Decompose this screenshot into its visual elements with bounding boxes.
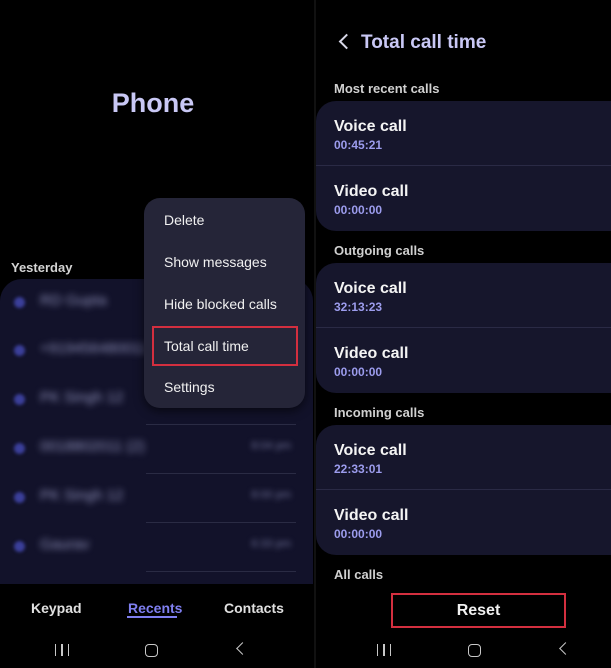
contact-name: 0018802011 (2): [40, 438, 145, 455]
system-nav-bar: [0, 630, 314, 668]
contact-name: RD Gupta: [40, 292, 107, 309]
overflow-menu: Delete Show messages Hide blocked calls …: [144, 198, 305, 408]
list-item[interactable]: PK Singh 12 8:00 pm: [0, 474, 313, 522]
page-title: Total call time: [361, 32, 487, 53]
home-button[interactable]: [145, 644, 161, 658]
voice-call-duration: 22:33:01: [334, 462, 383, 476]
system-nav-bar: [316, 630, 611, 668]
call-time: 6:33 pm: [251, 538, 291, 550]
recent-apps-icon: [55, 644, 69, 656]
bottom-nav: Keypad Recents Contacts: [0, 584, 314, 630]
app-title: Phone: [111, 88, 195, 118]
video-call-label: Video call: [334, 183, 409, 200]
contact-name: PK Singh 12: [40, 389, 124, 406]
contact-name: Gaurav: [40, 536, 90, 553]
tab-recents[interactable]: Recents: [128, 600, 182, 616]
recent-apps-button[interactable]: [377, 644, 393, 658]
voice-call-duration: 32:13:23: [334, 300, 383, 314]
group-card-outgoing: Voice call 32:13:23 Video call 00:00:00: [316, 263, 611, 393]
call-type-icon: [14, 443, 25, 454]
reset-bar: Reset: [316, 584, 611, 630]
video-call-duration: 00:00:00: [334, 527, 383, 541]
menu-item-show-messages[interactable]: Show messages: [164, 254, 267, 270]
card-divider: [316, 327, 611, 328]
home-icon: [468, 644, 481, 657]
list-item[interactable]: 0018802011 (2) 8:04 pm: [0, 425, 313, 473]
voice-call-label: Voice call: [334, 280, 407, 297]
row-divider: [146, 571, 296, 572]
group-label-outgoing: Outgoing calls: [334, 243, 425, 258]
call-type-icon: [14, 297, 25, 308]
menu-item-hide-blocked-calls[interactable]: Hide blocked calls: [164, 296, 277, 312]
voice-call-label: Voice call: [334, 442, 407, 459]
back-chevron-icon[interactable]: [338, 33, 355, 50]
group-label-most-recent: Most recent calls: [334, 81, 440, 96]
back-button[interactable]: [236, 642, 254, 658]
video-call-duration: 00:00:00: [334, 365, 383, 379]
home-icon: [145, 644, 158, 657]
menu-item-settings[interactable]: Settings: [164, 379, 215, 395]
video-call-label: Video call: [334, 345, 409, 362]
highlight-box-total-call-time: [152, 326, 298, 366]
call-type-icon: [14, 492, 25, 503]
call-time: 8:04 pm: [251, 440, 291, 452]
active-tab-indicator: [127, 616, 177, 618]
group-card-most-recent: Voice call 00:45:21 Video call 00:00:00: [316, 101, 611, 231]
video-call-label: Video call: [334, 507, 409, 524]
voice-call-label: Voice call: [334, 118, 407, 135]
recent-apps-icon: [377, 644, 391, 656]
home-button[interactable]: [468, 644, 484, 658]
menu-item-delete[interactable]: Delete: [164, 212, 204, 228]
group-label-incoming: Incoming calls: [334, 405, 425, 420]
tab-keypad[interactable]: Keypad: [31, 600, 82, 616]
recent-apps-button[interactable]: [55, 644, 71, 658]
call-type-icon: [14, 345, 25, 356]
phone-recents-screen: Phone Yesterday RD Gupta +919456480011 P…: [0, 0, 314, 668]
group-card-incoming: Voice call 22:33:01 Video call 00:00:00: [316, 425, 611, 555]
back-button[interactable]: [559, 642, 577, 658]
video-call-duration: 00:00:00: [334, 203, 383, 217]
group-label-all-calls: All calls: [334, 567, 384, 582]
back-icon: [559, 642, 572, 655]
reset-button[interactable]: Reset: [391, 593, 566, 628]
section-label-yesterday: Yesterday: [11, 260, 73, 275]
contact-name: +919456480011: [40, 340, 148, 357]
card-divider: [316, 165, 611, 166]
total-call-time-screen: Total call time Most recent calls Voice …: [316, 0, 611, 668]
back-icon: [236, 642, 249, 655]
voice-call-duration: 00:45:21: [334, 138, 383, 152]
card-divider: [316, 489, 611, 490]
tab-contacts[interactable]: Contacts: [224, 600, 284, 616]
list-item[interactable]: Gaurav 6:33 pm: [0, 523, 313, 571]
call-type-icon: [14, 394, 25, 405]
contact-name: PK Singh 12: [40, 487, 124, 504]
call-time: 8:00 pm: [251, 489, 291, 501]
call-type-icon: [14, 541, 25, 552]
